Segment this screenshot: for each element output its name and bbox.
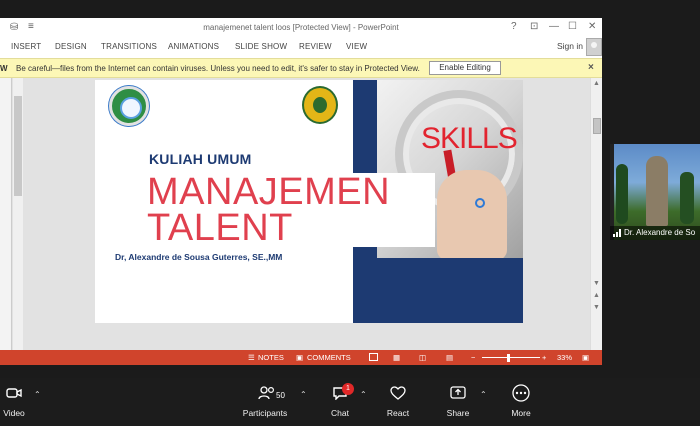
chat-label: Chat xyxy=(331,408,349,418)
notes-icon[interactable]: ☰ xyxy=(248,353,255,362)
slideshow-icon[interactable]: ▤ xyxy=(446,353,453,362)
scroll-down-icon[interactable]: ▼ xyxy=(593,280,600,287)
slide-author: Dr, Alexandre de Sousa Guterres, SE.,MM xyxy=(115,252,283,262)
participants-count: 50 xyxy=(276,391,285,400)
protected-view-message: Be careful—files from the Internet can c… xyxy=(16,64,420,73)
protected-view-bar: W Be careful—files from the Internet can… xyxy=(0,58,602,78)
tab-design[interactable]: DESIGN xyxy=(55,42,87,51)
chat-button[interactable]: 1 Chat xyxy=(326,378,354,426)
share-screen-icon xyxy=(450,386,466,399)
skills-word: SKILLS xyxy=(421,122,518,155)
help-icon[interactable]: ? xyxy=(511,21,517,32)
video-camera-icon xyxy=(6,388,22,398)
participant-video[interactable]: Dr. Alexandre de So xyxy=(610,144,700,240)
normal-view-icon[interactable] xyxy=(369,353,378,361)
react-button[interactable]: React xyxy=(384,378,412,426)
protected-view-label: W xyxy=(0,64,8,73)
ribbon-display-icon[interactable]: ⊡ xyxy=(530,21,538,32)
slide-scrollbar[interactable]: ▲ ▼ ▲ ▼ xyxy=(590,78,602,350)
zoom-in-button[interactable]: + xyxy=(542,353,546,362)
more-icon xyxy=(512,384,530,402)
more-button[interactable]: More xyxy=(506,378,536,426)
more-label: More xyxy=(511,408,531,418)
scroll-up-icon[interactable]: ▲ xyxy=(593,80,600,87)
thumbnail-scrollbar[interactable] xyxy=(13,78,23,350)
account-avatar[interactable] xyxy=(586,38,602,56)
slide-heading: KULIAH UMUM xyxy=(149,151,252,167)
zoom-slider-handle[interactable] xyxy=(507,354,510,362)
video-label: Video xyxy=(3,408,25,418)
thumbnail-pane[interactable] xyxy=(0,78,12,350)
zoom-out-button[interactable]: − xyxy=(471,353,475,362)
zoom-level[interactable]: 33% xyxy=(557,353,572,362)
minimize-icon[interactable]: — xyxy=(549,21,559,32)
ribbon-tabs: INSERT DESIGN TRANSITIONS ANIMATIONS SLI… xyxy=(0,38,602,58)
heart-icon xyxy=(390,386,406,400)
screen: ⛁ ≡ manajemenet talent loos [Protected V… xyxy=(0,0,700,426)
previous-slide-icon[interactable]: ▲ xyxy=(593,292,600,299)
notes-button[interactable]: NOTES xyxy=(258,353,284,362)
tab-review[interactable]: REVIEW xyxy=(299,42,332,51)
participant-name: Dr. Alexandre de So xyxy=(610,226,700,240)
tab-animations[interactable]: ANIMATIONS xyxy=(168,42,219,51)
share-label: Share xyxy=(446,408,470,418)
status-bar: ☰ NOTES ▣ COMMENTS ▦ ◫ ▤ − + 33% ▣ xyxy=(0,350,602,365)
participants-button[interactable]: 50 Participants xyxy=(236,378,294,426)
scroll-thumb[interactable] xyxy=(593,118,601,134)
university-logo-right xyxy=(302,86,338,124)
slide-title-line1: MANAJEMEN xyxy=(147,171,391,213)
signal-icon xyxy=(613,229,622,237)
university-logo-left xyxy=(109,86,149,126)
fit-to-window-icon[interactable]: ▣ xyxy=(582,353,589,362)
title-bar: ⛁ ≡ manajemenet talent loos [Protected V… xyxy=(0,18,602,38)
participants-options-caret-icon[interactable]: ⌃ xyxy=(300,390,307,399)
slide-title-line2: TALENT xyxy=(147,207,293,249)
share-button[interactable]: Share xyxy=(444,378,472,426)
comments-button[interactable]: COMMENTS xyxy=(307,353,351,362)
tab-slide-show[interactable]: SLIDE SHOW xyxy=(235,42,287,51)
maximize-icon[interactable]: ☐ xyxy=(568,21,577,32)
next-slide-icon[interactable]: ▼ xyxy=(593,304,600,311)
zoom-slider[interactable] xyxy=(482,357,540,358)
tab-view[interactable]: VIEW xyxy=(346,42,367,51)
slide-sorter-icon[interactable]: ▦ xyxy=(393,353,400,362)
tab-insert[interactable]: INSERT xyxy=(11,42,41,51)
protected-view-close-icon[interactable]: × xyxy=(588,62,594,73)
chat-options-caret-icon[interactable]: ⌃ xyxy=(360,390,367,399)
video-options-caret-icon[interactable]: ⌃ xyxy=(34,390,41,399)
video-button[interactable]: Video xyxy=(0,378,28,426)
chat-badge: 1 xyxy=(342,383,354,395)
tab-transitions[interactable]: TRANSITIONS xyxy=(101,42,157,51)
share-options-caret-icon[interactable]: ⌃ xyxy=(480,390,487,399)
participants-icon xyxy=(258,386,275,400)
sign-in-link[interactable]: Sign in xyxy=(557,41,583,51)
comments-icon[interactable]: ▣ xyxy=(296,353,303,362)
participants-label: Participants xyxy=(242,408,288,418)
slide-canvas[interactable]: SKILLS KULIAH UMUM MANAJEMEN TALENT Dr, … xyxy=(95,80,523,323)
react-label: React xyxy=(386,408,410,418)
meeting-toolbar: Video ⌃ 50 Participants ⌃ 1 Chat ⌃ React… xyxy=(0,378,700,426)
reading-view-icon[interactable]: ◫ xyxy=(419,353,426,362)
close-icon[interactable]: ✕ xyxy=(588,21,596,32)
enable-editing-button[interactable]: Enable Editing xyxy=(429,61,501,75)
